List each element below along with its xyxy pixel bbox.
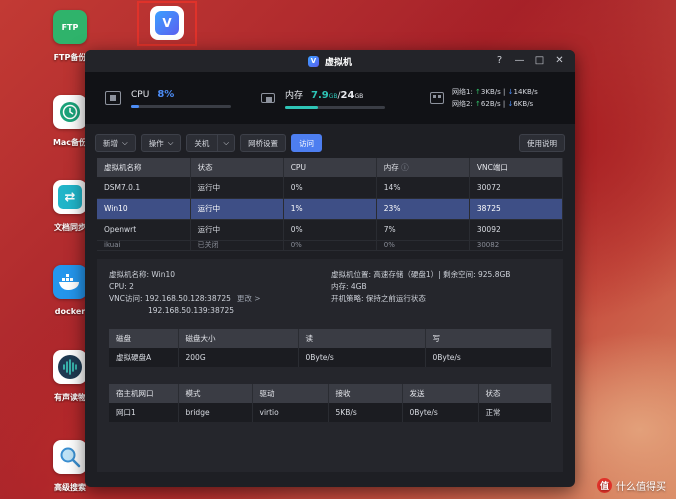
network-stat: 网络1: ↑3KB/s | ↓14KB/s 网络2: ↑62B/s | ↓6KB… — [430, 86, 538, 110]
resource-stats: CPU 8% 内存 7.9 GB / 24 GB 网络1: ↑3KB/s | ↓… — [85, 72, 575, 124]
col-cpu[interactable]: CPU — [283, 158, 377, 177]
table-row: 虚拟硬盘A 200G 0Byte/s 0Byte/s — [109, 347, 552, 367]
memory-used-unit: GB — [328, 92, 338, 100]
chevron-down-icon: ⌵ — [122, 138, 128, 147]
vm-table: 虚拟机名称 状态 CPU 内存 ⓘ VNC端口 DSM7.0.1 运行中 0% … — [97, 158, 564, 251]
network1-down: 14KB/s — [513, 88, 538, 96]
col-vm-name[interactable]: 虚拟机名称 — [97, 158, 191, 177]
disk-table: 磁盘 磁盘大小 读 写 虚拟硬盘A 200G 0Byte/s 0Byte/s — [109, 328, 552, 367]
vm-title-icon: V — [307, 55, 319, 67]
action-button[interactable]: 操作 ⌵ — [140, 134, 182, 152]
nic-table-header: 宿主机网口 模式 驱动 接收 发送 状态 — [109, 383, 552, 403]
window-controls: ? — □ ✕ — [494, 55, 565, 66]
visit-button[interactable]: 访问 — [291, 134, 323, 152]
network-icon — [430, 92, 444, 104]
details-left: 虚拟机名称: Win10 CPU: 2 VNC访问: 192.168.50.12… — [109, 269, 261, 317]
detail-boot-policy: 开机策略: 保持之前运行状态 — [331, 293, 426, 303]
network2-divider: | — [502, 100, 506, 108]
memory-used: 7.9 — [311, 89, 329, 101]
table-row[interactable]: ikuai 已关闭 0% 0% 30082 — [97, 240, 564, 251]
network2-down: 6KB/s — [513, 100, 534, 108]
table-row-selected[interactable]: Win10 运行中 1% 23% 38725 — [97, 198, 564, 220]
cpu-usage-fill — [131, 104, 139, 108]
vm-table-header: 虚拟机名称 状态 CPU 内存 ⓘ VNC端口 — [97, 158, 564, 177]
ftp-icon: FTP — [53, 10, 87, 44]
detail-cpu: CPU: 2 — [109, 281, 134, 291]
table-row[interactable]: DSM7.0.1 运行中 0% 14% 30072 — [97, 177, 564, 199]
vm-details-panel: 虚拟机名称: Win10 CPU: 2 VNC访问: 192.168.50.12… — [97, 258, 563, 472]
vm-app-icon: V — [155, 11, 179, 35]
docker-icon — [53, 265, 87, 299]
chevron-down-icon: ⌵ — [223, 138, 230, 147]
nic-table: 宿主机网口 模式 驱动 接收 发送 状态 网口1 bridge virtio 5… — [109, 383, 552, 422]
memory-usage-bar — [285, 105, 385, 109]
vnc-change-link[interactable]: 更改 > — [237, 294, 261, 303]
cpu-value: 8% — [157, 88, 175, 100]
help-doc-button[interactable]: 使用说明 — [519, 134, 565, 152]
memory-total-unit: GB — [354, 92, 364, 100]
memory-total: 24 — [340, 89, 355, 101]
chevron-down-icon: ⌵ — [167, 138, 174, 147]
detail-vnc: VNC访问: 192.168.50.128:38725 更改 > — [109, 293, 261, 303]
window-titlebar[interactable]: V 虚拟机 ? — □ ✕ — [85, 50, 575, 72]
watermark-badge: 值 — [597, 478, 612, 493]
disk-table-header: 磁盘 磁盘大小 读 写 — [109, 328, 552, 348]
network1-label: 网络1: — [452, 88, 473, 96]
vm-table-wrap: 虚拟机名称 状态 CPU 内存 ⓘ VNC端口 DSM7.0.1 运行中 0% … — [97, 158, 564, 251]
watermark: 值 什么值得买 — [597, 478, 666, 493]
memory-label: 内存 — [285, 90, 304, 101]
maximize-icon[interactable]: □ — [534, 55, 545, 66]
close-icon[interactable]: ✕ — [554, 55, 565, 66]
detail-location: 虚拟机位置: 高速存储（硬盘1）| 剩余空间: 925.8GB — [331, 269, 511, 279]
network2-row: 网络2: ↑62B/s | ↓6KB/s — [452, 98, 538, 110]
detail-vnc2: 192.168.50.139:38725 — [148, 305, 235, 315]
memory-stat: 内存 7.9 GB / 24 GB — [261, 88, 385, 109]
audio-wave-icon — [53, 350, 87, 384]
cpu-usage-bar — [131, 104, 231, 108]
shutdown-dropdown[interactable]: ⌵ — [217, 135, 234, 151]
table-row[interactable]: Openwrt 运行中 0% 7% 30092 — [97, 219, 564, 241]
network2-up: 62B/s — [480, 100, 501, 108]
cpu-chip-icon — [105, 91, 121, 105]
details-right: 虚拟机位置: 高速存储（硬盘1）| 剩余空间: 925.8GB 内存: 4GB … — [331, 269, 510, 305]
time-machine-icon — [53, 95, 87, 129]
shutdown-button[interactable]: 关机 ⌵ — [186, 134, 236, 152]
col-memory[interactable]: 内存 ⓘ — [376, 158, 470, 177]
cpu-stat: CPU 8% — [105, 89, 231, 108]
network1-up: 3KB/s — [480, 88, 501, 96]
toolbar: 新增 ⌵ 操作 ⌵ 关机 ⌵ 网桥设置 访问 使用说明 — [85, 128, 575, 158]
help-icon[interactable]: ? — [494, 55, 505, 66]
vm-window: V 虚拟机 ? — □ ✕ CPU 8% 内存 7.9 GB / 24 GB 网… — [85, 50, 575, 487]
watermark-text: 什么值得买 — [616, 482, 666, 493]
network2-label: 网络2: — [452, 100, 473, 108]
memory-chip-icon — [261, 93, 275, 103]
info-icon[interactable]: ⓘ — [401, 163, 409, 172]
network-settings-button[interactable]: 网桥设置 — [240, 134, 287, 152]
col-vnc-port[interactable]: VNC端口 — [469, 158, 564, 177]
sync-icon: ⇄ — [53, 180, 87, 214]
detail-memory: 内存: 4GB — [331, 281, 367, 291]
magnifier-icon — [53, 440, 87, 474]
detail-vm-name: 虚拟机名称: Win10 — [109, 269, 176, 279]
new-button[interactable]: 新增 ⌵ — [95, 134, 136, 152]
cpu-label: CPU — [131, 89, 150, 100]
memory-usage-fill — [285, 105, 318, 109]
window-title: 虚拟机 — [324, 57, 352, 68]
table-row: 网口1 bridge virtio 5KB/s 0Byte/s 正常 — [109, 402, 552, 422]
minimize-icon[interactable]: — — [514, 55, 525, 66]
col-status[interactable]: 状态 — [190, 158, 284, 177]
desktop-icon-vm[interactable]: V — [150, 6, 184, 40]
network1-divider: | — [503, 88, 506, 96]
network1-row: 网络1: ↑3KB/s | ↓14KB/s — [452, 86, 538, 98]
